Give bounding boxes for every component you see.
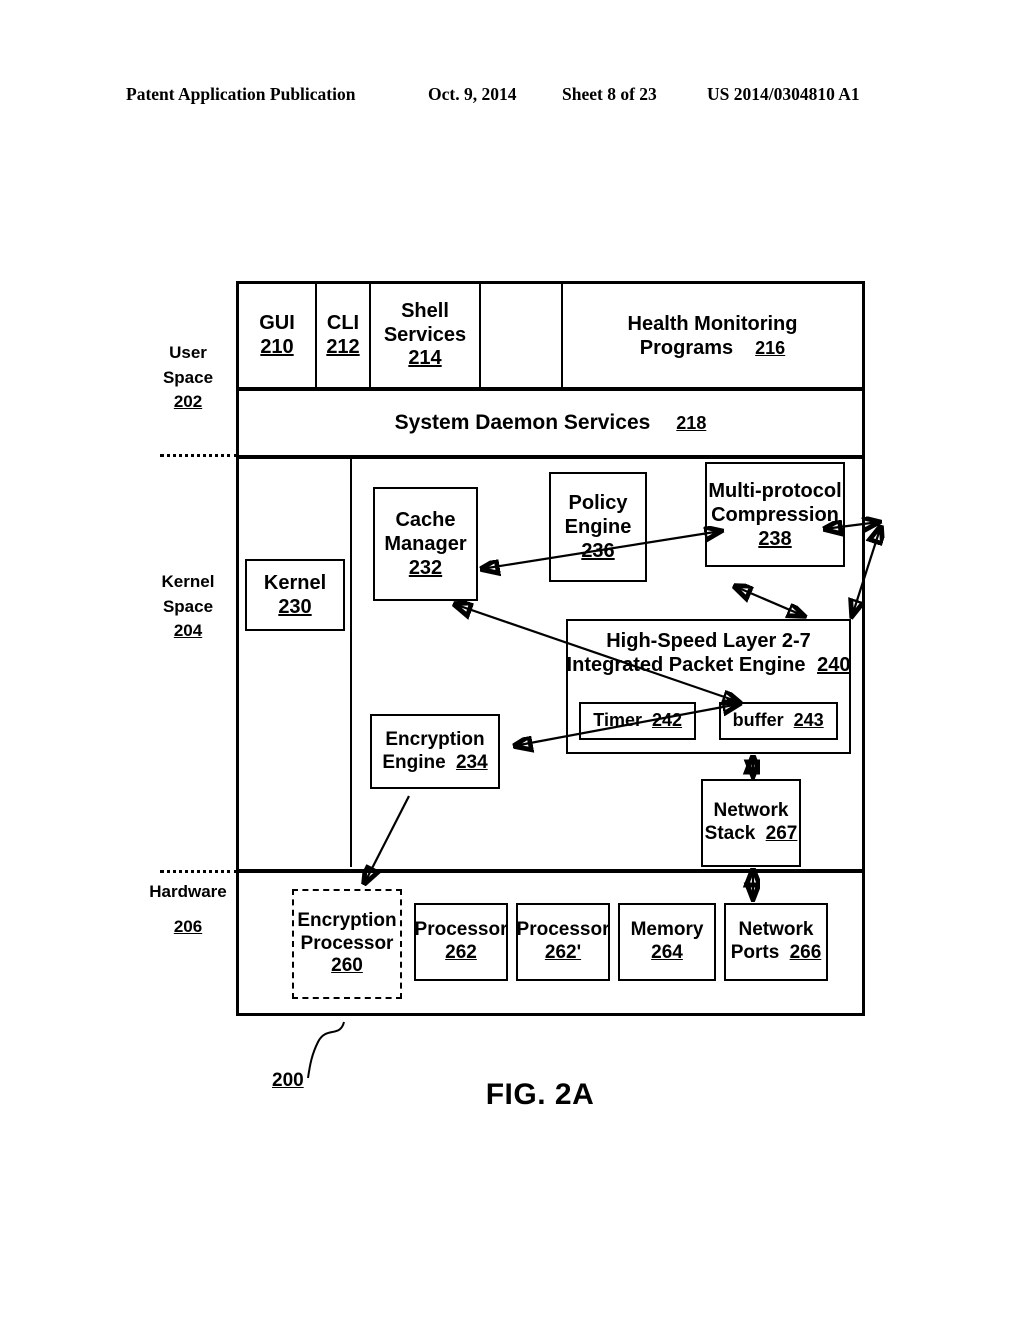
kernel-column-rule [350,459,352,867]
box-gui[interactable]: GUI 210 [239,284,317,387]
network-stack-line1: Network [713,800,789,822]
policy-engine-line2: Engine [564,516,632,538]
box-memory[interactable]: Memory 264 [618,903,716,981]
packet-engine-line1: High-Speed Layer 2-7 [606,630,811,652]
box-processor-262-prime[interactable]: Processor 262' [516,903,610,981]
cache-manager-line2: Manager [384,533,467,555]
packet-engine-line2-wrap: Integrated Packet Engine 240 [567,653,851,677]
network-ports-line1: Network [738,919,814,941]
user-space-ref: 202 [173,392,203,412]
encryption-processor-line1: Encryption [297,909,397,931]
publication-date: Oct. 9, 2014 [428,84,517,104]
system-daemon-services-label: System Daemon Services [394,411,651,434]
kernel-space-line1: Kernel [161,572,215,591]
box-health-monitoring[interactable]: Health Monitoring Programs 216 [563,284,862,387]
divider-user-kernel [160,454,238,457]
timer-ref: 242 [652,710,683,731]
health-line1: Health Monitoring [627,312,798,335]
kernel-space-line2: Space [162,596,214,616]
gui-label: GUI [259,311,295,334]
kernel-ref: 230 [278,596,312,618]
cache-manager-line1: Cache [395,509,456,531]
compression-line1: Multi-protocol [708,479,842,502]
margin-label-kernel-space: Kernel Space 204 [133,570,243,644]
system-diagram: GUI 210 CLI 212 Shell Services 214 Healt… [236,281,865,1016]
user-space-line1: User [169,343,207,362]
box-encryption-engine[interactable]: Encryption Engine 234 [370,714,500,789]
shell-services-label: Shell Services [383,300,467,346]
compression-ref: 238 [758,527,792,550]
memory-label: Memory [630,919,704,941]
encryption-processor-ref: 260 [331,955,363,977]
encryption-engine-line2-wrap: Engine 234 [382,752,487,775]
packet-engine-line2: Integrated Packet Engine [566,654,806,676]
box-timer[interactable]: Timer 242 [579,702,697,740]
box-policy-engine[interactable]: Policy Engine 236 [549,472,647,582]
cli-label: CLI [326,311,360,334]
shell-services-ref: 214 [408,347,442,370]
encryption-engine-line2: Engine [382,751,446,773]
patent-number: US 2014/0304810 A1 [707,84,860,104]
box-cli[interactable]: CLI 212 [317,284,371,387]
box-system-daemon-services[interactable]: System Daemon Services 218 [239,391,862,455]
encryption-engine-ref: 234 [455,751,488,773]
page-header: Patent Application Publication Oct. 9, 2… [0,84,1024,110]
hardware-ref: 206 [173,916,203,936]
box-encryption-processor[interactable]: Encryption Processor 260 [292,889,402,999]
network-stack-ref: 267 [765,823,798,844]
timer-label: Timer [593,710,642,731]
compression-line2: Compression [711,503,839,526]
health-line2-label: Programs [639,336,734,359]
network-ports-line2: Ports [730,942,780,963]
packet-engine-ref: 240 [817,654,851,676]
health-monitoring-ref: 216 [755,337,786,358]
system-daemon-services-ref: 218 [676,412,707,433]
cli-ref: 212 [326,335,360,358]
box-processor-262[interactable]: Processor 262 [414,903,508,981]
figure-caption: FIG. 2A [485,1078,595,1111]
processor-262-prime-ref: 262' [544,942,582,963]
processor-262-label: Processor [414,919,508,941]
policy-engine-ref: 236 [581,540,615,562]
memory-ref: 264 [651,942,683,963]
health-monitoring-text: Health Monitoring Programs 216 [628,312,798,360]
hardware-band: Encryption Processor 260 Processor 262 P… [239,873,862,1013]
kernel-space-band: Kernel 230 Cache Manager 232 Policy Engi… [239,459,862,869]
network-stack-line2-wrap: Stack 267 [705,823,798,846]
margin-label-hardware: Hardware 206 [133,880,243,939]
box-buffer[interactable]: buffer 243 [718,702,838,740]
encryption-processor-line2: Processor [300,932,394,954]
user-space-line2: Space [162,367,214,387]
gui-ref: 210 [260,335,294,358]
network-ports-line2-wrap: Ports 266 [731,942,822,965]
box-multi-protocol-compression[interactable]: Multi-protocol Compression 238 [705,462,845,567]
processor-262-prime-label: Processor [516,919,610,941]
hardware-line1: Hardware [149,882,227,901]
network-ports-ref: 266 [789,942,822,963]
publication-label: Patent Application Publication [126,84,356,104]
margin-label-user-space: User Space 202 [133,341,243,415]
buffer-ref: 243 [793,710,824,731]
kernel-label: Kernel [263,572,327,594]
box-kernel[interactable]: Kernel 230 [245,559,345,631]
cache-manager-ref: 232 [408,557,443,579]
box-cache-manager[interactable]: Cache Manager 232 [373,487,478,601]
system-ref-200: 200 [272,1070,304,1091]
processor-262-ref: 262 [445,942,477,963]
network-stack-line2: Stack [704,823,756,844]
buffer-label: buffer [732,710,784,731]
encryption-engine-line1: Encryption [385,728,485,750]
policy-engine-line1: Policy [568,492,628,514]
kernel-space-ref: 204 [173,621,203,641]
box-packet-engine[interactable]: High-Speed Layer 2-7 Integrated Packet E… [566,619,851,754]
box-shell-services[interactable]: Shell Services 214 [371,284,481,387]
box-blank-cell [481,284,563,387]
sheet-label: Sheet 8 of 23 [562,84,657,104]
box-network-ports[interactable]: Network Ports 266 [724,903,828,981]
divider-kernel-hardware [160,870,238,873]
packet-engine-subcomponents: Timer 242 buffer 243 [568,702,849,740]
box-network-stack[interactable]: Network Stack 267 [701,779,801,867]
user-space-row: GUI 210 CLI 212 Shell Services 214 Healt… [239,284,862,387]
